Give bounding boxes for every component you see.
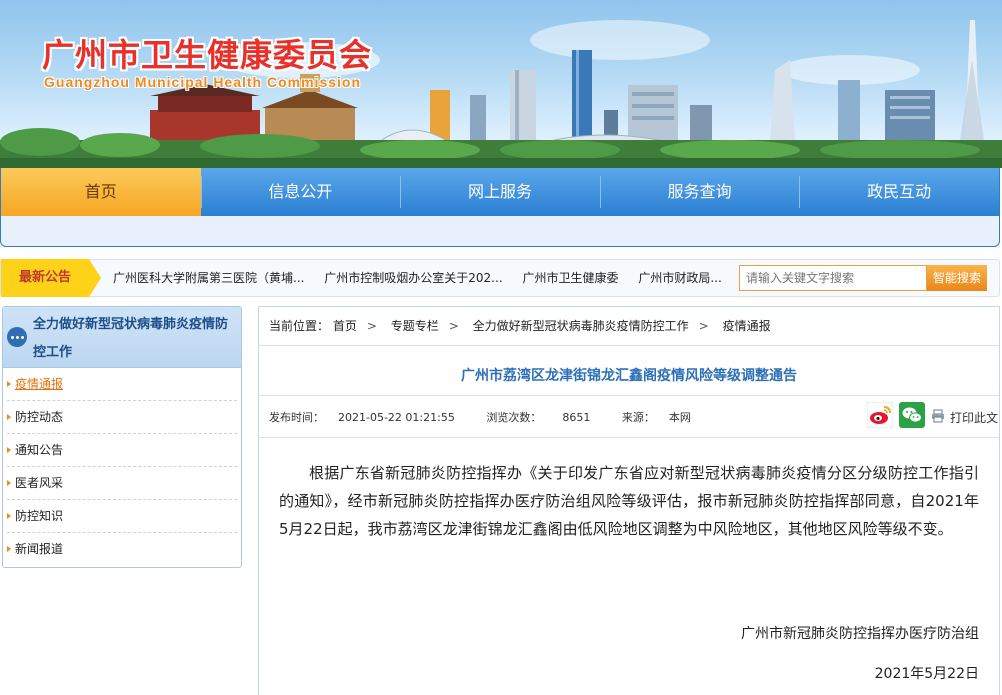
nav-bar: 首页 信息公开 网上服务 服务查询 政民互动	[1, 168, 999, 216]
breadcrumb-prefix: 当前位置：	[269, 319, 330, 333]
publish-label: 发布时间：	[269, 411, 324, 424]
sidebar-item-doctor-profiles[interactable]: 医者风采	[7, 467, 237, 500]
article-date: 2021年5月22日	[874, 666, 979, 682]
chat-bubble-icon	[7, 327, 27, 347]
breadcrumb-separator: >	[698, 319, 709, 333]
sidebar-item-epidemic-report[interactable]: 疫情通报	[7, 368, 237, 401]
search-input[interactable]	[739, 265, 927, 291]
notice-item[interactable]: 广州市财政局...	[638, 271, 721, 285]
divider	[259, 437, 999, 438]
sidebar-item-prevention-news[interactable]: 防控动态	[7, 401, 237, 434]
source-value: 本网	[668, 411, 691, 424]
search-button[interactable]: 智能搜索	[927, 265, 987, 291]
print-link[interactable]: 打印此文	[950, 409, 998, 426]
nav-item-service-query[interactable]: 服务查询	[599, 168, 800, 216]
divider	[259, 345, 999, 346]
breadcrumb: 当前位置： 首页 > 专题专栏 > 全力做好新型冠状病毒肺炎疫情防控工作 > 疫情通报	[269, 317, 771, 334]
sidebar-item-notices[interactable]: 通知公告	[7, 434, 237, 467]
nav-item-interaction[interactable]: 政民互动	[799, 168, 999, 216]
notice-list: 广州医科大学附属第三医院（黄埔... 广州市控制吸烟办公室关于202... 广州…	[113, 260, 723, 296]
notice-item[interactable]: 广州医科大学附属第三医院（黄埔...	[113, 271, 304, 285]
site-subtitle: Guangzhou Municipal Health Commission	[44, 74, 362, 90]
article-signature: 广州市新冠肺炎防控指挥办医疗防治组	[741, 626, 979, 642]
article-title: 广州市荔湾区龙津街锦龙汇鑫阁疫情风险等级调整通告	[461, 368, 797, 384]
site-title: 广州市卫生健康委员会	[42, 36, 373, 74]
header-banner: 广州市卫生健康委员会 Guangzhou Municipal Health Co…	[0, 0, 1002, 168]
printer-icon[interactable]	[931, 409, 945, 423]
source-label: 来源：	[621, 411, 655, 424]
views-label: 浏览次数：	[486, 411, 542, 424]
article-meta: 发布时间： 2021-05-22 01:21:55 浏览次数： 8651 来源： 本…	[269, 409, 719, 425]
nav-item-info-disclosure[interactable]: 信息公开	[200, 168, 401, 216]
breadcrumb-home[interactable]: 首页	[333, 319, 357, 333]
notice-item[interactable]: 广州市控制吸烟办公室关于202...	[324, 271, 502, 285]
views-count: 8651	[562, 411, 591, 424]
sidebar-title: 全力做好新型冠状病毒肺炎疫情防控工作	[33, 317, 229, 360]
notice-label: 最新公告	[1, 259, 101, 297]
divider	[259, 395, 999, 396]
notice-bar: 最新公告 广州医科大学附属第三医院（黄埔... 广州市控制吸烟办公室关于202.…	[0, 259, 1000, 297]
main-nav: 首页 信息公开 网上服务 服务查询 政民互动	[0, 168, 1000, 247]
sidebar-item-prevention-knowledge[interactable]: 防控知识	[7, 500, 237, 533]
nav-item-online-service[interactable]: 网上服务	[400, 168, 600, 216]
sidebar-header: 全力做好新型冠状病毒肺炎疫情防控工作	[3, 307, 241, 368]
sidebar: 全力做好新型冠状病毒肺炎疫情防控工作 疫情通报 防控动态 通知公告 医者风采 防…	[2, 306, 242, 568]
breadcrumb-separator: >	[366, 319, 377, 333]
article-panel: 当前位置： 首页 > 专题专栏 > 全力做好新型冠状病毒肺炎疫情防控工作 > 疫情通报…	[258, 306, 1000, 695]
breadcrumb-epidemic-topic[interactable]: 全力做好新型冠状病毒肺炎疫情防控工作	[473, 319, 689, 333]
weibo-icon[interactable]	[867, 402, 893, 428]
nav-item-home[interactable]: 首页	[1, 168, 201, 216]
breadcrumb-special-column[interactable]: 专题专栏	[391, 319, 439, 333]
publish-time: 2021-05-22 01:21:55	[338, 411, 455, 424]
article-body: 根据广东省新冠肺炎防控指挥办《关于印发广东省应对新型冠状病毒肺炎疫情分区分级防控…	[279, 464, 979, 538]
wechat-icon[interactable]	[899, 402, 925, 428]
sidebar-item-news-reports[interactable]: 新闻报道	[7, 533, 237, 565]
breadcrumb-current[interactable]: 疫情通报	[723, 319, 771, 333]
breadcrumb-separator: >	[448, 319, 459, 333]
notice-item[interactable]: 广州市卫生健康委	[522, 271, 618, 285]
